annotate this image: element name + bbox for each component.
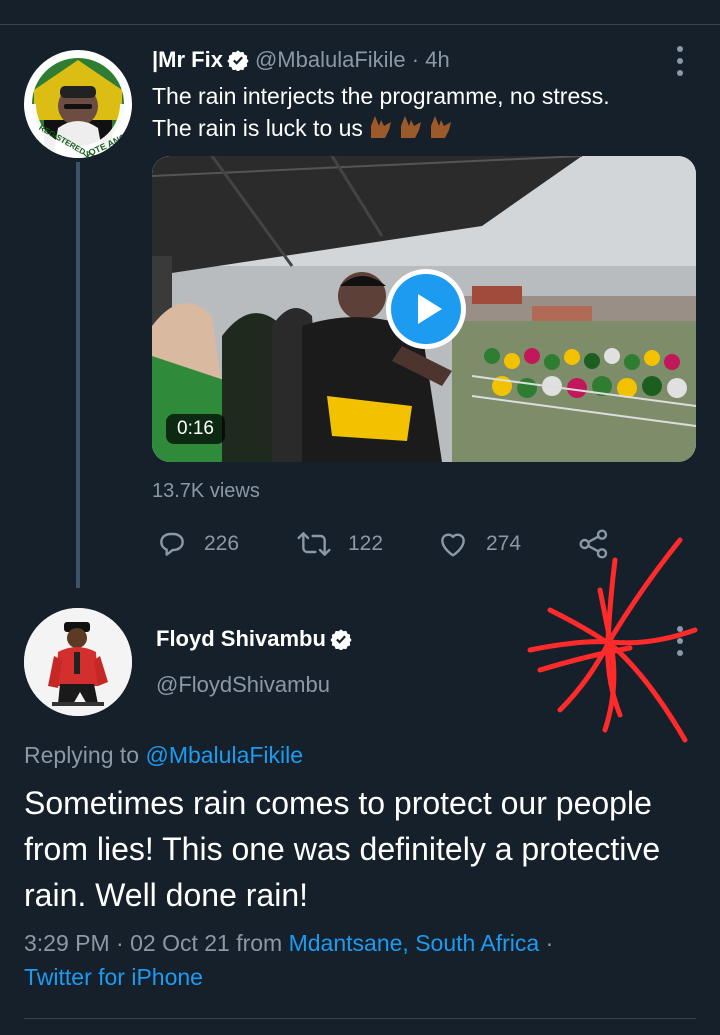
hand-sign-emoji-icon [367,112,459,148]
tweet1-handle[interactable]: @MbalulaFikile [255,47,406,72]
more-options-icon[interactable] [675,46,685,76]
video-duration: 0:16 [166,414,225,444]
reply-button[interactable]: 226 [156,528,239,560]
avatar-floyd[interactable] [24,608,132,716]
replying-prefix: Replying to [24,742,140,768]
replying-to-link[interactable]: @MbalulaFikile [145,742,303,768]
bottom-divider [24,1018,696,1019]
video-player[interactable]: 0:16 [152,156,696,462]
tweet2-name-row: Floyd Shivambu [156,626,358,652]
tweet2-meta: 3:29 PM · 02 Oct 21 from Mdantsane, Sout… [24,926,694,994]
verified-badge-icon [227,50,249,71]
verified-badge-icon [330,629,352,650]
tweet1-header: |Mr Fix @MbalulaFikile · 4h [152,46,450,74]
tweet2-display-name[interactable]: Floyd Shivambu [156,626,326,651]
reply-icon [160,532,184,556]
more-options-icon[interactable] [675,626,685,656]
tweet1-time[interactable]: · 4h [412,47,450,72]
tweet1-actions: 226 122 274 [152,528,672,562]
tweet2-text: Sometimes rain comes to protect our peop… [24,785,661,913]
replying-to: Replying to @MbalulaFikile [24,742,303,769]
tweet1-text-line2: The rain is luck to us [152,115,363,141]
view-count: 13.7K views [152,480,260,502]
tweet2-timestamp[interactable]: 3:29 PM · 02 Oct 21 from [24,930,282,956]
reply-count: 226 [204,532,240,555]
share-icon [579,529,608,559]
share-button[interactable] [578,528,626,560]
tweet2-location[interactable]: Mdantsane, South Africa [289,930,540,956]
tweet2-source[interactable]: Twitter for iPhone [24,964,203,990]
red-scribble-annotation [527,537,698,743]
tweet1-text: The rain interjects the programme, no st… [152,80,610,148]
thread-connector [76,162,80,588]
like-count: 274 [486,532,522,555]
tweet1-text-line1: The rain interjects the programme, no st… [152,83,610,109]
retweet-icon [297,532,331,556]
play-icon[interactable] [386,269,466,349]
tweet1-display-name[interactable]: |Mr Fix [152,47,223,72]
tweet2-handle[interactable]: @FloydShivambu [156,672,330,698]
retweet-count: 122 [348,532,384,555]
like-button[interactable]: 274 [436,528,521,560]
meta-separator: · [545,930,554,956]
retweet-button[interactable]: 122 [296,528,383,560]
like-icon [441,533,465,557]
avatar-mbalula[interactable]: REGISTERED TO VOTE ANC [24,50,132,158]
top-divider [0,24,720,25]
